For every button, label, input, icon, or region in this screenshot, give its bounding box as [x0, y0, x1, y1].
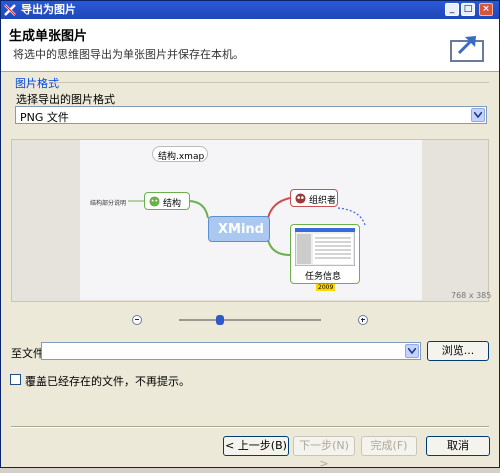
organizer-node: 组织者: [290, 189, 338, 207]
button-separator: [11, 426, 489, 428]
format-group-label: 图片格式: [15, 77, 59, 90]
left-label-node: 结构部分说明: [90, 200, 127, 207]
file-path-input[interactable]: [41, 342, 421, 360]
image-dimensions: 768 x 385: [451, 291, 492, 300]
browse-button[interactable]: 浏览...: [427, 341, 489, 361]
xmind-logo-icon: [4, 4, 16, 16]
back-button[interactable]: < 上一步(B): [223, 436, 289, 456]
smiley-icon: [149, 196, 160, 207]
overwrite-label: 覆盖已经存在的文件，不再提示。: [25, 375, 190, 388]
chevron-down-icon[interactable]: [405, 344, 419, 358]
wizard-header: 生成单张图片 将选中的思维图导出为单张图片并保存在本机。: [1, 19, 499, 72]
export-image-window: 导出为图片 _ □ × 生成单张图片 将选中的思维图导出为单张图片并保存在本机。…: [0, 0, 500, 470]
page-description: 将选中的思维图导出为单张图片并保存在本机。: [13, 48, 244, 61]
overwrite-checkbox[interactable]: [10, 374, 21, 385]
task-node: 任务信息: [290, 224, 360, 284]
page-title: 生成单张图片: [9, 29, 88, 44]
zoom-slider-thumb[interactable]: [216, 315, 224, 325]
screenshot-thumbnail: [295, 228, 355, 266]
title-bar: 导出为图片 _ □ ×: [1, 1, 499, 19]
minimize-button[interactable]: _: [445, 3, 459, 16]
owl-icon: [295, 193, 306, 204]
zoom-out-icon[interactable]: [132, 315, 142, 325]
central-topic-node: XMind: [208, 216, 270, 242]
task-badge: 2009: [316, 284, 336, 291]
format-select-label: 选择导出的图片格式: [16, 93, 115, 106]
zoom-in-icon[interactable]: [358, 315, 368, 325]
window-title: 导出为图片: [21, 3, 76, 16]
chevron-down-icon[interactable]: [471, 108, 485, 122]
mindmap-preview: 结构.xmap XMind 结构 结构部分说明 组织者 任务信息 2009: [80, 140, 422, 300]
file-node: 结构.xmap: [152, 146, 208, 162]
zoom-slider-track[interactable]: [179, 319, 321, 321]
format-select[interactable]: PNG 文件: [15, 106, 487, 124]
structure-node: 结构: [144, 192, 190, 210]
maximize-button[interactable]: □: [461, 3, 475, 16]
export-icon: [450, 36, 484, 62]
group-divider: [53, 82, 489, 83]
close-button[interactable]: ×: [479, 3, 493, 16]
format-select-value: PNG 文件: [20, 111, 69, 124]
finish-button[interactable]: 完成(F): [361, 436, 417, 456]
cancel-button[interactable]: 取消: [426, 436, 490, 456]
next-button[interactable]: 下一步(N) >: [293, 436, 355, 470]
